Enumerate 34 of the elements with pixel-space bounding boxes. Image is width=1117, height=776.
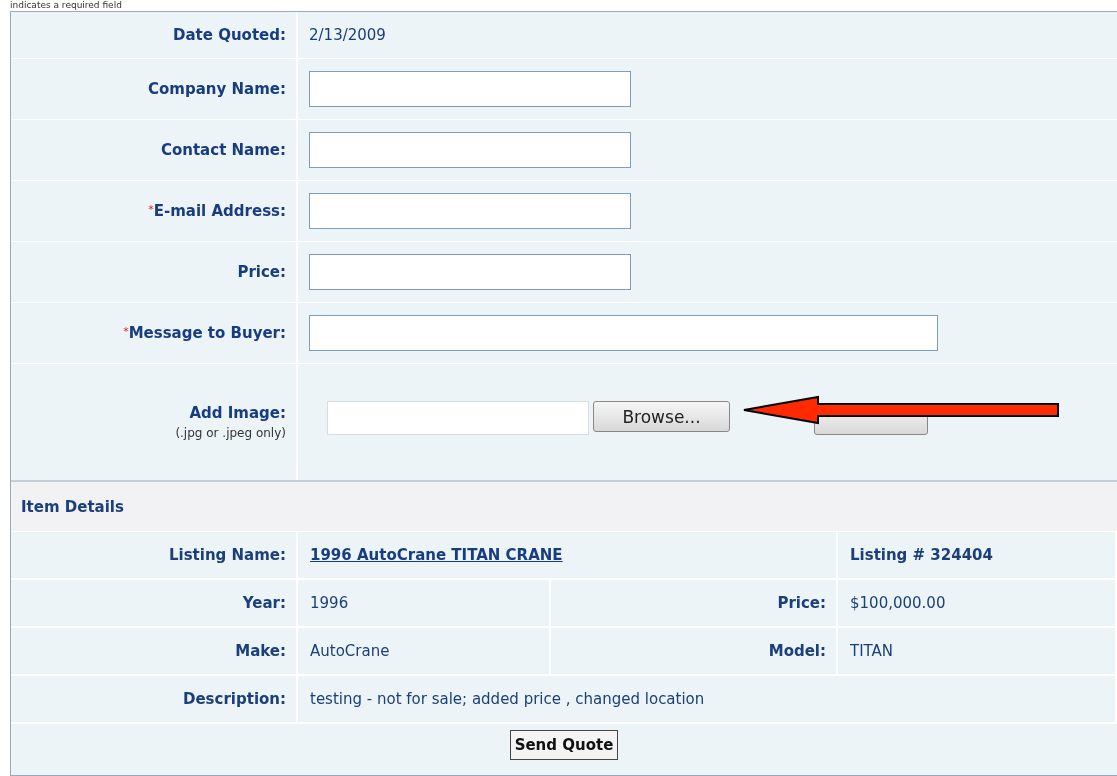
field-value: $100,000.00 [850, 594, 946, 612]
send-quote-button[interactable]: Send Quote [509, 730, 619, 760]
listing-link[interactable]: 1996 AutoCrane TITAN CRANE [310, 546, 563, 564]
file-path-field[interactable] [327, 401, 589, 435]
field-label: Date Quoted: [173, 26, 286, 44]
input-field[interactable] [309, 71, 631, 107]
listing-number: Listing # 324404 [850, 546, 993, 564]
field-label: Price: [237, 263, 286, 281]
field-label: Make: [235, 642, 286, 660]
input-field[interactable] [309, 193, 631, 229]
field-label: Listing Name: [168, 546, 286, 564]
field-label: Message to Buyer: [128, 324, 286, 342]
field-value: 1996 [310, 594, 349, 612]
field-value: AutoCrane [310, 642, 390, 660]
required-asterisk: * [123, 325, 129, 338]
field-label: Year: [242, 594, 286, 612]
required-field-note: indicates a required field [9, 0, 123, 11]
field-label: Model: [768, 642, 826, 660]
field-value: 2/13/2009 [309, 26, 386, 44]
input-field[interactable] [309, 315, 938, 351]
field-value: TITAN [850, 642, 894, 660]
field-label: Add Image: [189, 404, 286, 422]
section-header: Item Details [11, 482, 1117, 532]
field-value: testing - not for sale; added price , changed location [310, 690, 705, 708]
field-label: Price: [777, 594, 826, 612]
required-asterisk: * [148, 203, 154, 216]
input-field[interactable] [309, 254, 631, 290]
input-field[interactable] [309, 132, 631, 168]
field-label: Description: [183, 690, 286, 708]
field-label: E-mail Address: [153, 202, 286, 220]
browse-button[interactable]: Browse... [593, 401, 730, 432]
field-hint: (.jpg or .jpeg only) [175, 426, 286, 440]
field-label: Company Name: [148, 80, 286, 98]
field-label: Contact Name: [160, 141, 286, 159]
